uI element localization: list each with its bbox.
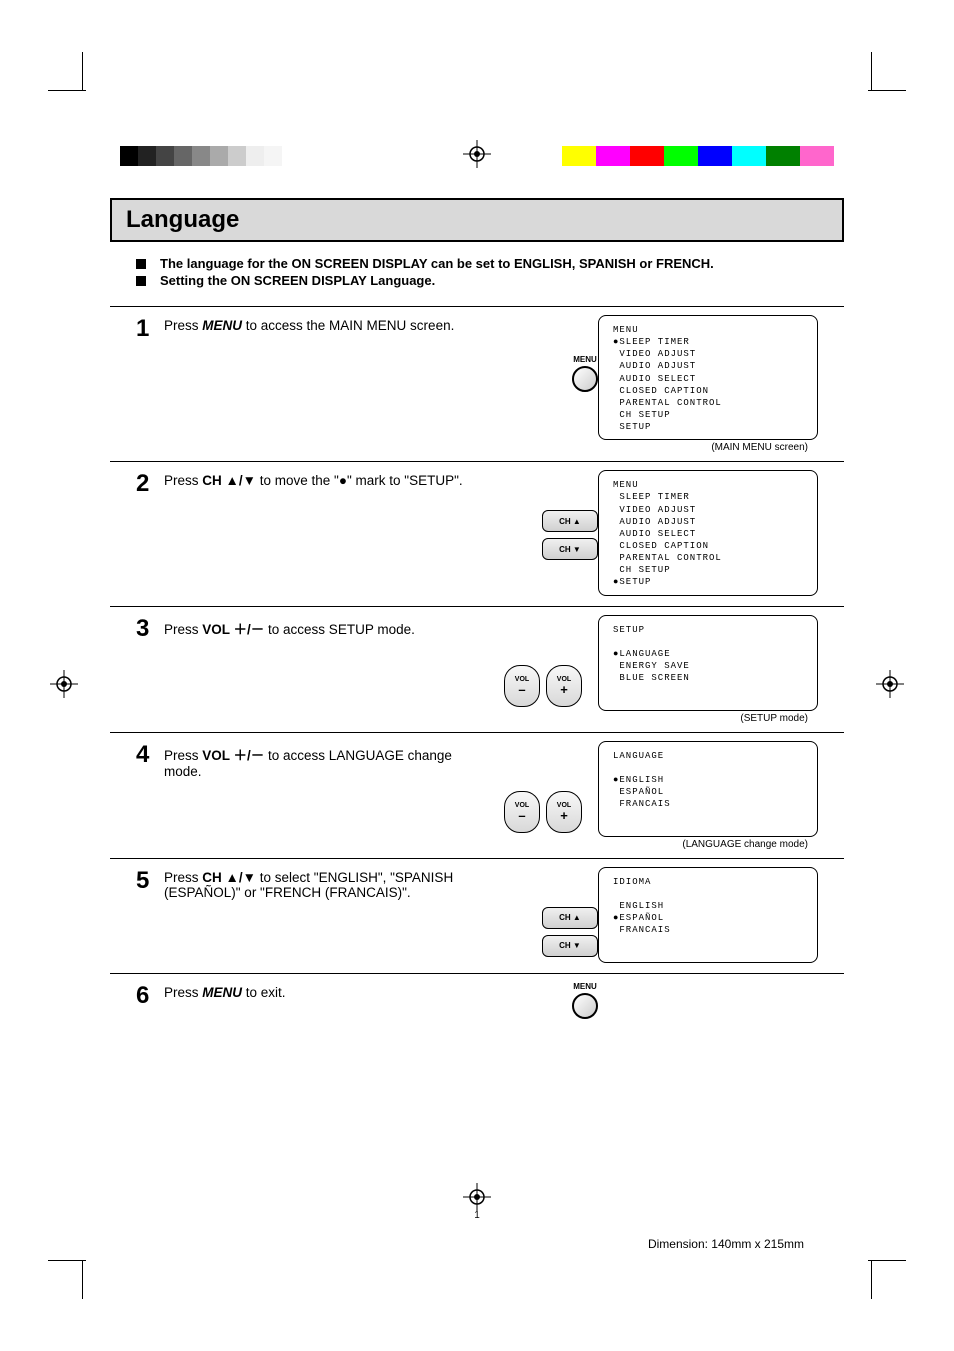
crop-mark: [871, 52, 872, 90]
controls: CH ▲ CH ▼: [488, 867, 598, 957]
crop-mark: [48, 90, 86, 91]
step-2: 2 Press CH ▲/▼ to move the "●" mark to "…: [110, 462, 844, 606]
controls: MENU: [488, 315, 598, 392]
osd-screen: MENU ●SLEEP TIMER VIDEO ADJUST AUDIO ADJ…: [598, 315, 818, 440]
registration-mark-icon: [463, 140, 491, 168]
controls: MENU: [488, 982, 598, 1019]
screen-caption: (LANGUAGE change mode): [598, 839, 818, 850]
page-content: Language The language for the ON SCREEN …: [110, 198, 844, 1027]
step-number: 3: [136, 615, 164, 643]
osd-screen: MENU SLEEP TIMER VIDEO ADJUST AUDIO ADJU…: [598, 470, 818, 595]
section-title: Language: [126, 206, 828, 234]
vol-plus-button-icon: VOL+: [546, 791, 582, 833]
vol-minus-button-icon: VOL–: [504, 791, 540, 833]
step-number: 4: [136, 741, 164, 769]
screen-column: LANGUAGE ●ENGLISH ESPAÑOL FRANCAIS (LANG…: [598, 741, 818, 850]
menu-button-icon: MENU: [572, 355, 598, 392]
dimension-note: Dimension: 140mm x 215mm: [648, 1237, 804, 1251]
step-4: 4 Press VOL ＋/－ to access LANGUAGE chang…: [110, 733, 844, 859]
step-text: Press MENU to exit.: [164, 982, 488, 1000]
crop-mark: [82, 52, 83, 90]
screen-column: IDIOMA ENGLISH ●ESPAÑOL FRANCAIS: [598, 867, 818, 965]
ch-up-button-icon: CH ▲: [542, 907, 598, 929]
step-text: Press CH ▲/▼ to move the "●" mark to "SE…: [164, 470, 488, 488]
screen-column: SETUP ●LANGUAGE ENERGY SAVE BLUE SCREEN …: [598, 615, 818, 724]
intro-line: The language for the ON SCREEN DISPLAY c…: [136, 256, 844, 271]
intro-block: The language for the ON SCREEN DISPLAY c…: [136, 256, 844, 288]
controls: VOL– VOL+: [488, 615, 598, 707]
ch-up-button-icon: CH ▲: [542, 510, 598, 532]
screen-column: MENU ●SLEEP TIMER VIDEO ADJUST AUDIO ADJ…: [598, 315, 818, 453]
screen-column: MENU SLEEP TIMER VIDEO ADJUST AUDIO ADJU…: [598, 470, 818, 597]
page-number: 1: [0, 1210, 954, 1221]
step-text: Press MENU to access the MAIN MENU scree…: [164, 315, 488, 333]
color-bar: [562, 146, 834, 166]
step-text: Press VOL ＋/－ to access SETUP mode.: [164, 615, 488, 638]
intro-line: Setting the ON SCREEN DISPLAY Language.: [136, 273, 844, 288]
step-text: Press VOL ＋/－ to access LANGUAGE change …: [164, 741, 488, 779]
ch-down-button-icon: CH ▼: [542, 935, 598, 957]
osd-screen: LANGUAGE ●ENGLISH ESPAÑOL FRANCAIS: [598, 741, 818, 837]
step-number: 1: [136, 315, 164, 343]
crop-mark: [48, 1260, 86, 1261]
step-number: 2: [136, 470, 164, 498]
crop-mark: [82, 1261, 83, 1299]
bullet-icon: [136, 259, 146, 269]
step-text: Press CH ▲/▼ to select "ENGLISH", "SPANI…: [164, 867, 488, 900]
controls: CH ▲ CH ▼: [488, 470, 598, 560]
controls: VOL– VOL+: [488, 741, 598, 833]
crop-mark: [871, 1261, 872, 1299]
step-3: 3 Press VOL ＋/－ to access SETUP mode. VO…: [110, 607, 844, 733]
osd-screen: IDIOMA ENGLISH ●ESPAÑOL FRANCAIS: [598, 867, 818, 963]
registration-mark-icon: [50, 670, 78, 698]
screen-caption: (MAIN MENU screen): [598, 442, 818, 453]
step-5: 5 Press CH ▲/▼ to select "ENGLISH", "SPA…: [110, 859, 844, 974]
crop-mark: [868, 90, 906, 91]
osd-screen: SETUP ●LANGUAGE ENERGY SAVE BLUE SCREEN: [598, 615, 818, 711]
step-1: 1 Press MENU to access the MAIN MENU scr…: [110, 306, 844, 462]
vol-plus-button-icon: VOL+: [546, 665, 582, 707]
section-title-box: Language: [110, 198, 844, 242]
ch-down-button-icon: CH ▼: [542, 538, 598, 560]
registration-mark-icon: [876, 670, 904, 698]
registration-mark-icon: [463, 1183, 491, 1211]
step-number: 6: [136, 982, 164, 1010]
vol-minus-button-icon: VOL–: [504, 665, 540, 707]
crop-mark: [868, 1260, 906, 1261]
screen-caption: (SETUP mode): [598, 713, 818, 724]
grayscale-bar: [120, 146, 300, 166]
intro-text: The language for the ON SCREEN DISPLAY c…: [160, 256, 714, 271]
step-6: 6 Press MENU to exit. MENU: [110, 974, 844, 1027]
step-number: 5: [136, 867, 164, 895]
intro-text: Setting the ON SCREEN DISPLAY Language.: [160, 273, 435, 288]
menu-button-icon: MENU: [572, 982, 598, 1019]
bullet-icon: [136, 276, 146, 286]
